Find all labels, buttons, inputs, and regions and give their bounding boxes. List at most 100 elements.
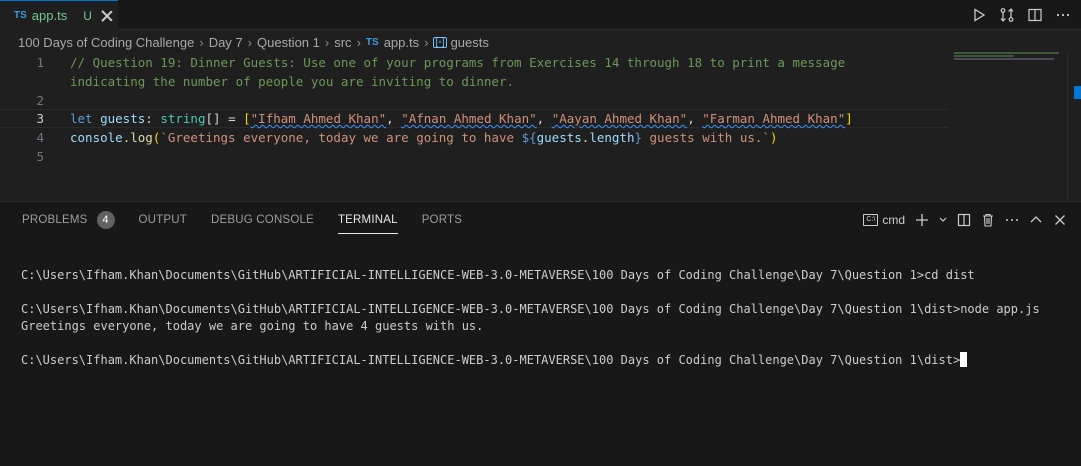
punctuation: = [220, 111, 244, 126]
tab-label: DEBUG CONSOLE [211, 214, 314, 226]
code-comment: // Question 19: Dinner Guests: Use one o… [70, 55, 846, 70]
git-status-badge: U [83, 8, 92, 23]
breadcrumb-symbol[interactable]: guests [451, 35, 489, 50]
code-line: 5 [0, 147, 948, 166]
code-statement: console.log(`Greetings everyone, today w… [70, 130, 777, 145]
line-number: 3 [36, 111, 44, 126]
close-icon[interactable] [100, 9, 114, 23]
terminal-line: C:\Users\Ifham.Khan\Documents\GitHub\ART… [21, 268, 975, 282]
property: length [589, 130, 635, 145]
maximize-panel-icon[interactable] [1029, 213, 1043, 227]
compare-changes-icon[interactable] [999, 7, 1015, 23]
punctuation: , [687, 111, 703, 126]
minimap[interactable] [954, 52, 1059, 66]
interpolation-close: } [634, 130, 642, 145]
trash-icon[interactable] [981, 213, 995, 227]
minimap-line [954, 52, 1059, 54]
tab-label: PORTS [421, 214, 463, 226]
line-number: 5 [36, 149, 44, 164]
punctuation: , [386, 111, 402, 126]
tab-label: PROBLEMS [22, 214, 88, 226]
split-editor-icon[interactable] [1027, 7, 1043, 23]
chevron-right-icon: › [424, 34, 429, 50]
tab-debug-console[interactable]: DEBUG CONSOLE [211, 202, 314, 238]
more-icon[interactable] [1055, 7, 1071, 23]
line-number: 2 [36, 93, 44, 108]
code-editor[interactable]: 1 // Question 19: Dinner Guests: Use one… [0, 53, 1081, 201]
scrollbar-marker [1074, 86, 1081, 99]
string-literal: "Afnan Ahmed Khan" [401, 111, 537, 126]
bottom-panel: PROBLEMS 4 OUTPUT DEBUG CONSOLE TERMINAL… [0, 201, 1081, 466]
chevron-down-icon[interactable] [939, 213, 947, 227]
terminal-icon: C:\ [863, 214, 879, 226]
editor-tab-app-ts[interactable]: TS app.ts U [0, 0, 118, 30]
problems-count-badge: 4 [96, 211, 115, 229]
bracket: [ [243, 111, 251, 126]
identifier: guests [100, 111, 146, 126]
shell-name: cmd [882, 213, 905, 227]
more-icon[interactable] [1005, 213, 1019, 227]
code-line: 4 console.log(`Greetings everyone, today… [0, 128, 948, 147]
breadcrumb-file[interactable]: app.ts [384, 35, 419, 50]
breadcrumb-item[interactable]: Day 7 [209, 35, 243, 50]
template-string: `Greetings everyone, today we are going … [160, 130, 522, 145]
string-literal: "Aayan Ahmed Khan" [551, 111, 688, 126]
code-line-current: 3 let guests: string[] = ["Ifham Ahmed K… [0, 109, 948, 128]
terminal-shell-selector[interactable]: C:\ cmd [863, 213, 905, 227]
identifier: console [70, 130, 123, 145]
identifier: guests [536, 130, 582, 145]
chevron-right-icon: › [247, 34, 252, 50]
play-icon[interactable] [971, 7, 987, 23]
tab-output[interactable]: OUTPUT [139, 202, 187, 238]
terminal-line: Greetings everyone, today we are going t… [21, 319, 484, 333]
line-number: 1 [36, 55, 44, 70]
tab-terminal[interactable]: TERMINAL [337, 202, 398, 238]
breadcrumb-item[interactable]: src [334, 35, 351, 50]
split-terminal-icon[interactable] [957, 213, 971, 227]
function-name: log [130, 130, 153, 145]
tab-label: TERMINAL [337, 214, 398, 226]
minimap-line [954, 55, 1014, 57]
chevron-right-icon: › [356, 34, 361, 50]
code-line: 2 [0, 91, 948, 110]
terminal-line: C:\Users\Ifham.Khan\Documents\GitHub\ART… [21, 302, 1040, 316]
bracket: ) [769, 130, 778, 145]
tab-label: OUTPUT [138, 214, 187, 226]
breadcrumb-item[interactable]: 100 Days of Coding Challenge [18, 35, 194, 50]
panel-tabs: PROBLEMS 4 OUTPUT DEBUG CONSOLE TERMINAL… [22, 202, 486, 238]
breadcrumb-item[interactable]: Question 1 [257, 35, 320, 50]
terminal-output[interactable]: C:\Users\Ifham.Khan\Documents\GitHub\ART… [21, 267, 1040, 369]
typescript-file-icon: TS [14, 10, 27, 21]
terminal-prompt-line: C:\Users\Ifham.Khan\Documents\GitHub\ART… [21, 352, 1040, 369]
terminal-prompt: C:\Users\Ifham.Khan\Documents\GitHub\ART… [21, 353, 961, 367]
editor-actions [971, 0, 1071, 30]
code-comment: indicating the number of people you are … [70, 74, 515, 89]
editor-tab-bar: TS app.ts U [0, 0, 1081, 30]
code-line: 1 // Question 19: Dinner Guests: Use one… [0, 53, 948, 72]
plus-icon[interactable] [915, 213, 929, 227]
chevron-right-icon: › [199, 34, 204, 50]
chevron-right-icon: › [324, 34, 330, 50]
editor-scrollbar[interactable] [1067, 53, 1081, 201]
tab-ports[interactable]: PORTS [422, 202, 462, 238]
minimap-line [954, 58, 1054, 60]
line-number: 4 [36, 130, 44, 145]
panel-actions: C:\ cmd [863, 202, 1067, 238]
keyword: let [70, 111, 93, 126]
type-name: string [160, 111, 206, 126]
bracket: ] [845, 111, 853, 126]
punctuation: : [145, 111, 161, 126]
code-statement: let guests: string[] = ["Ifham Ahmed Kha… [70, 111, 853, 126]
variable-symbol-icon: [◦] [433, 36, 447, 48]
tab-problems[interactable]: PROBLEMS 4 [22, 202, 115, 238]
template-string: guests with us.` [642, 130, 770, 145]
interpolation-open: ${ [521, 130, 537, 145]
breadcrumb: 100 Days of Coding Challenge › Day 7 › Q… [18, 33, 489, 51]
code-line: indicating the number of people you are … [0, 72, 948, 91]
close-icon[interactable] [1053, 213, 1067, 227]
terminal-cursor [960, 352, 968, 367]
punctuation: , [536, 111, 552, 126]
typescript-file-icon: TS [365, 36, 379, 48]
